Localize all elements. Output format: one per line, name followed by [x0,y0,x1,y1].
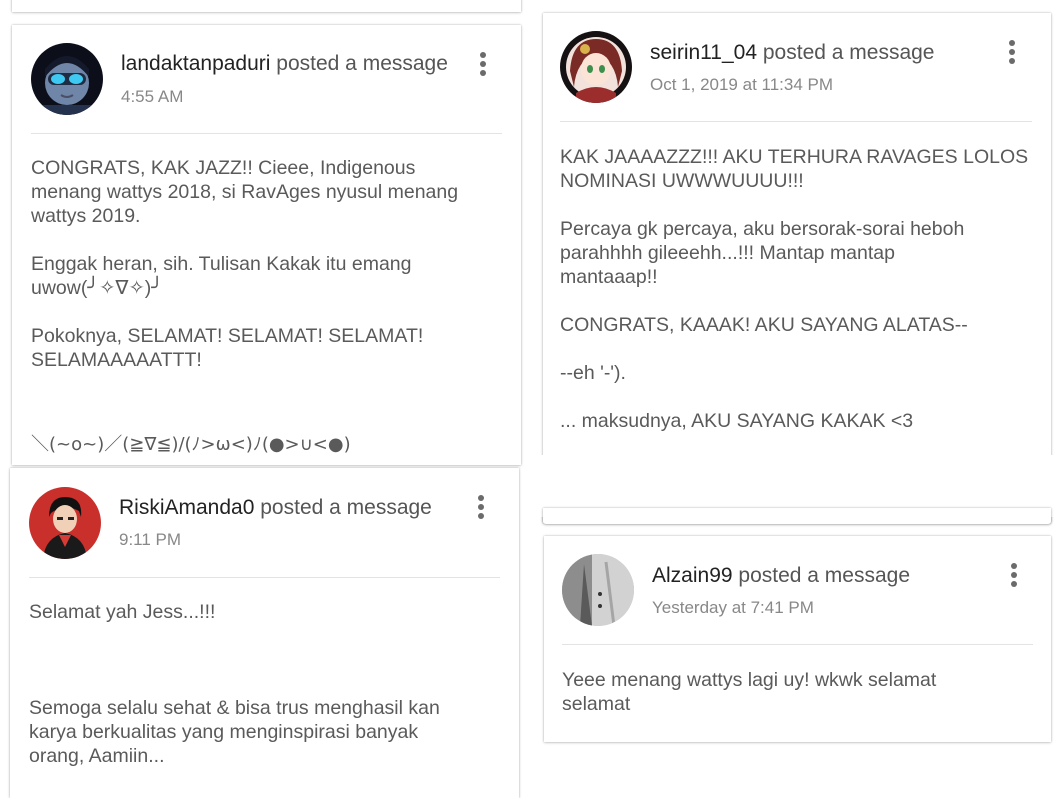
header-line: seirin11_04 posted a message [650,41,934,65]
avatar[interactable] [560,31,632,103]
divider [562,644,1033,645]
message-body: Yeee menang wattys lagi uy! wkwk selamat… [562,668,1042,716]
previous-card-fragment [12,0,521,12]
message-card-Alzain99: Alzain99 posted a message Yesterday at 7… [544,536,1051,742]
divider [560,121,1032,122]
message-paragraph: CONGRATS, KAAAK! AKU SAYANG ALATAS-- [560,314,968,336]
message-body: KAK JAAAAZZZ!!! AKU TERHURA RAVAGES LOLO… [560,145,1044,433]
posted-label: posted a message [260,496,432,519]
more-options-icon[interactable] [473,49,493,79]
message-paragraph: Yeee menang wattys lagi uy! wkwk selamat… [562,669,937,715]
username[interactable]: Alzain99 [652,564,733,587]
message-paragraph [29,648,509,672]
timestamp[interactable]: Oct 1, 2019 at 11:34 PM [650,75,833,95]
timestamp[interactable]: 9:11 PM [119,530,181,550]
username[interactable]: landaktanpaduri [121,52,270,75]
posted-label: posted a message [738,564,911,587]
header-line: landaktanpaduri posted a message [121,52,448,76]
message-paragraph: Pokoknya, SELAMAT! SELAMAT! SELAMAT! SEL… [31,325,424,371]
message-paragraph: Selamat yah Jess...!!! [29,601,216,623]
message-paragraph: Percaya gk percaya, aku bersorak-sorai h… [560,218,965,288]
posted-label: posted a message [762,41,935,64]
message-paragraph: KAK JAAAAZZZ!!! AKU TERHURA RAVAGES LOLO… [560,146,1029,192]
message-card-RiskiAmanda0: RiskiAmanda0 posted a message 9:11 PM Se… [10,468,519,798]
message-paragraph: CONGRATS, KAK JAZZ!! Cieee, Indigenous m… [31,157,459,227]
message-paragraph: ＼(~o~)／(≧∇≦)/(ﾉ>ω<)ﾉ(●>∪<●) [31,434,351,455]
more-options-icon[interactable] [1004,560,1024,590]
divider [31,133,502,134]
message-paragraph [29,672,509,696]
username[interactable]: seirin11_04 [650,41,757,64]
message-card-landaktanpaduri: landaktanpaduri posted a message 4:55 AM… [12,25,521,465]
message-body: Selamat yah Jess...!!! Semoga selalu seh… [29,600,509,768]
message-paragraph [31,396,511,420]
card-bottom-edge [543,508,1051,524]
message-paragraph: Semoga selalu sehat & bisa trus menghasi… [29,697,440,767]
message-body: CONGRATS, KAK JAZZ!! Cieee, Indigenous m… [31,156,511,457]
timestamp[interactable]: 4:55 AM [121,87,183,107]
avatar[interactable] [29,487,101,559]
username[interactable]: RiskiAmanda0 [119,496,254,519]
message-paragraph: ... maksudnya, AKU SAYANG KAKAK <3 [560,410,914,432]
message-paragraph: Enggak heran, sih. Tulisan Kakak itu ema… [31,253,412,299]
more-options-icon[interactable] [1002,37,1022,67]
avatar[interactable] [562,554,634,626]
message-paragraph: --eh '-'). [560,362,626,384]
posted-label: posted a message [276,52,448,75]
more-options-icon[interactable] [471,492,491,522]
avatar[interactable] [31,43,103,115]
header-line: Alzain99 posted a message [652,564,910,588]
timestamp[interactable]: Yesterday at 7:41 PM [652,598,814,618]
message-card-seirin11_04: seirin11_04 posted a message Oct 1, 2019… [543,13,1051,523]
header-line: RiskiAmanda0 posted a message [119,496,432,520]
divider [29,577,500,578]
